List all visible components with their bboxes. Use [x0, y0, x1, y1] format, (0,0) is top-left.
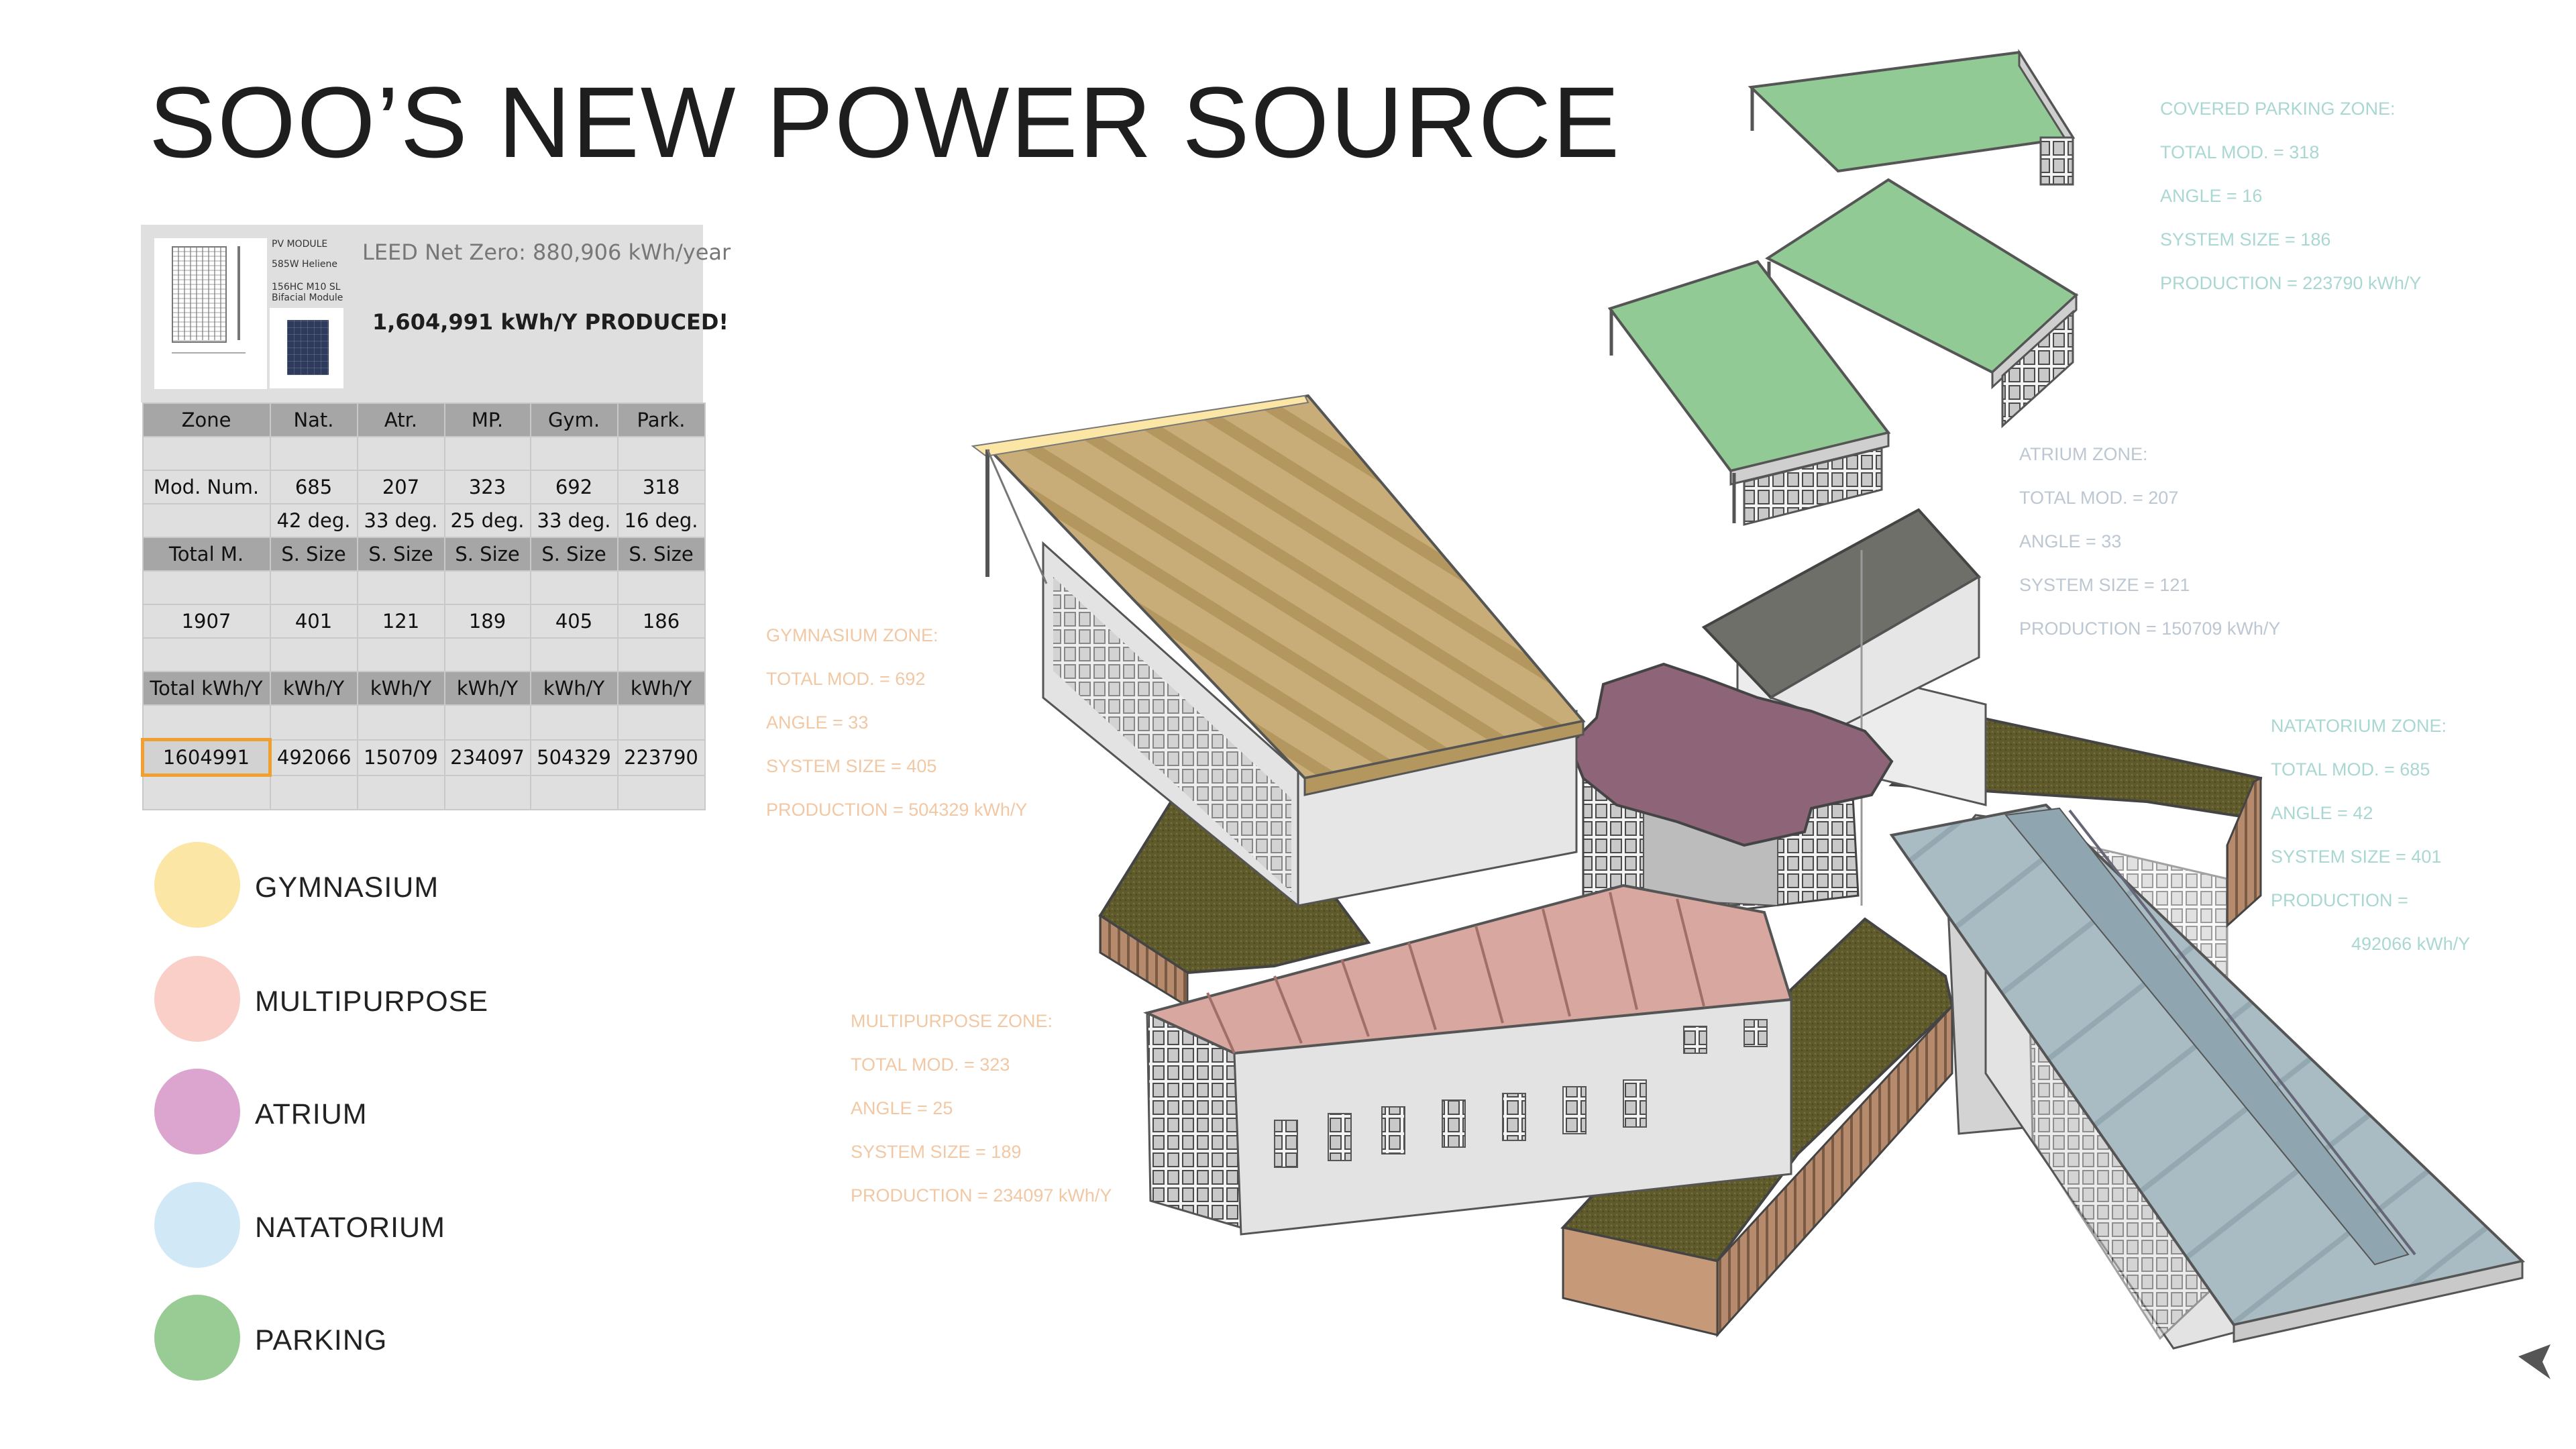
- multipurpose-zone-annotation: MULTIPURPOSE ZONE: TOTAL MOD. = 323 ANGLE …: [851, 1000, 1112, 1218]
- back-arrow-icon[interactable]: [2514, 1342, 2555, 1382]
- zone-annotation-line: PRODUCTION = 504329 kWh/Y: [766, 800, 1028, 820]
- zone-annotation-line: SYSTEM SIZE = 121: [2019, 575, 2190, 595]
- zone-annotation-line: COVERED PARKING ZONE:: [2160, 99, 2396, 119]
- zone-annotation-line: SYSTEM SIZE = 401: [2271, 847, 2442, 867]
- zone-annotation-line: ANGLE = 42: [2271, 803, 2373, 823]
- zone-annotation-line: PRODUCTION =: [2271, 890, 2408, 910]
- zone-annotation-line: PRODUCTION = 234097 kWh/Y: [851, 1185, 1112, 1205]
- zone-annotation-line: ANGLE = 25: [851, 1098, 953, 1118]
- zone-annotation-line: GYMNASIUM ZONE:: [766, 625, 938, 645]
- gymnasium-zone-annotation: GYMNASIUM ZONE: TOTAL MOD. = 692 ANGLE = 3…: [766, 614, 1027, 832]
- covered-parking-canopies: [1607, 48, 2079, 526]
- zone-annotation-line: TOTAL MOD. = 685: [2271, 759, 2430, 780]
- zone-annotation-line: TOTAL MOD. = 323: [851, 1055, 1010, 1075]
- zone-annotation-line: TOTAL MOD. = 207: [2019, 488, 2179, 508]
- zone-annotation-line: TOTAL MOD. = 318: [2160, 142, 2320, 162]
- zone-annotation-line: ANGLE = 33: [2019, 531, 2122, 551]
- zone-annotation-line: NATATORIUM ZONE:: [2271, 716, 2447, 736]
- zone-annotation-line: ANGLE = 33: [766, 712, 869, 733]
- zone-annotation-line: ATRIUM ZONE:: [2019, 444, 2148, 464]
- parking-zone-annotation: COVERED PARKING ZONE: TOTAL MOD. = 318 ANG…: [2160, 87, 2421, 305]
- zone-annotation-line: SYSTEM SIZE = 405: [766, 756, 937, 776]
- zone-annotation-line: MULTIPURPOSE ZONE:: [851, 1011, 1053, 1031]
- zone-annotation-line: 492066 kWh/Y: [2351, 934, 2471, 954]
- atrium-zone-annotation: ATRIUM ZONE: TOTAL MOD. = 207 ANGLE = 33 SY…: [2019, 433, 2280, 651]
- zone-annotation-line: ANGLE = 16: [2160, 186, 2263, 206]
- zone-annotation-line: SYSTEM SIZE = 186: [2160, 229, 2331, 250]
- zone-annotation-line: TOTAL MOD. = 692: [766, 669, 926, 689]
- natatorium-zone-annotation: NATATORIUM ZONE: TOTAL MOD. = 685 ANGLE = …: [2271, 704, 2470, 966]
- zone-annotation-line: PRODUCTION = 223790 kWh/Y: [2160, 273, 2422, 293]
- zone-annotation-line: PRODUCTION = 150709 kWh/Y: [2019, 619, 2281, 639]
- zone-annotation-line: SYSTEM SIZE = 189: [851, 1142, 1022, 1162]
- gymnasium-wing: [971, 394, 1586, 908]
